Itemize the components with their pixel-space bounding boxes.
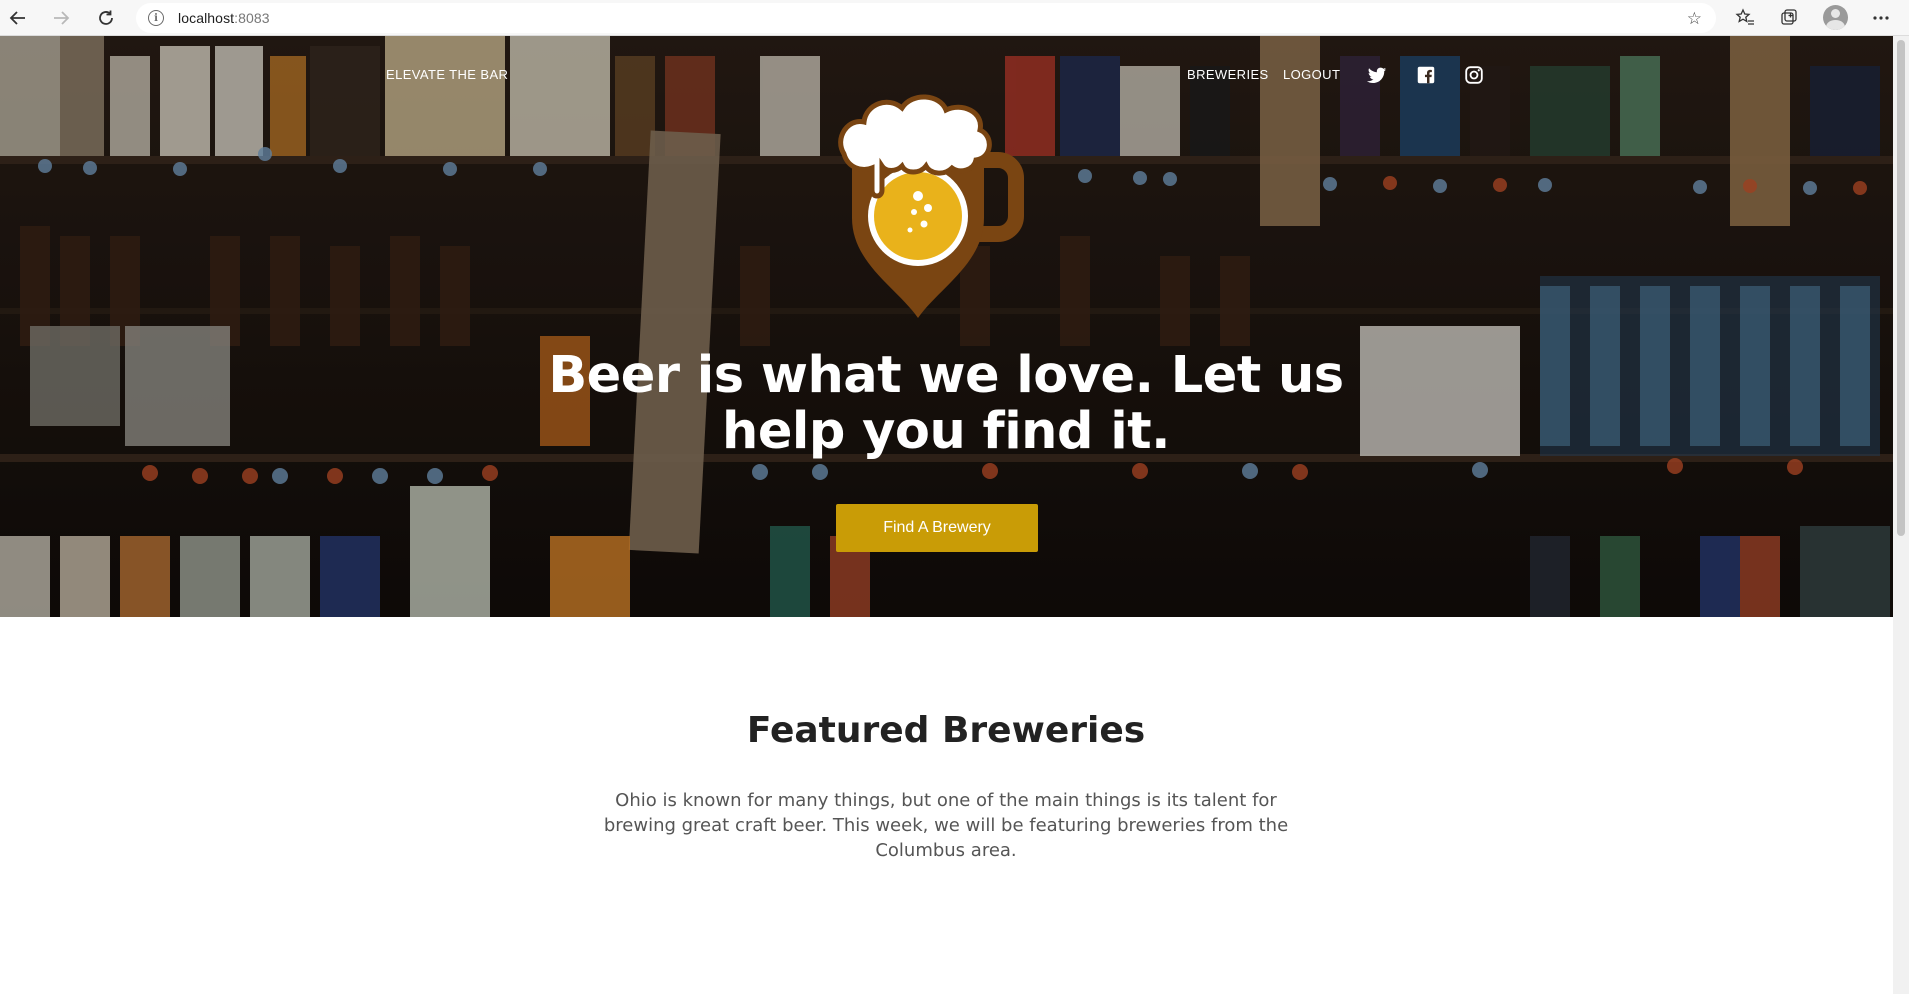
hero-section: ELEVATE THE BAR BREWERIES LOGOUT Beer is… [0, 36, 1893, 617]
reload-button[interactable] [92, 5, 120, 31]
add-favorite-icon[interactable]: ☆ [1687, 9, 1702, 29]
beer-mug-logo [838, 94, 1024, 318]
collections-icon[interactable] [1774, 5, 1804, 31]
instagram-icon[interactable] [1463, 64, 1485, 86]
hero-title: Beer is what we love. Let us help you fi… [548, 346, 1344, 461]
featured-breweries-description: Ohio is known for many things, but one o… [603, 790, 1289, 861]
nav-link-logout[interactable]: LOGOUT [1283, 67, 1340, 82]
profile-avatar[interactable] [1823, 5, 1848, 30]
scrollbar-thumb[interactable] [1897, 40, 1905, 536]
twitter-icon[interactable] [1366, 64, 1388, 86]
url-host: localhost [178, 10, 235, 26]
reload-icon [99, 10, 113, 25]
browser-toolbar: i localhost:8083 ☆ [0, 0, 1909, 36]
arrow-right-icon [54, 11, 70, 25]
find-brewery-button[interactable]: Find A Brewery [836, 504, 1038, 552]
url-port: :8083 [234, 10, 270, 26]
facebook-icon[interactable] [1415, 64, 1437, 86]
forward-button[interactable] [47, 5, 75, 31]
top-nav: ELEVATE THE BAR BREWERIES LOGOUT [0, 64, 1893, 87]
nav-link-breweries[interactable]: BREWERIES [1187, 67, 1269, 82]
address-bar[interactable]: i localhost:8083 ☆ [136, 3, 1716, 33]
page-scrollbar[interactable] [1893, 36, 1909, 994]
site-info-icon[interactable]: i [148, 10, 164, 26]
arrow-left-icon [9, 11, 25, 25]
featured-breweries-title: Featured Breweries [746, 710, 1146, 751]
more-menu-icon[interactable] [1866, 5, 1896, 31]
favorites-icon[interactable] [1730, 5, 1760, 31]
brand-link[interactable]: ELEVATE THE BAR [386, 67, 508, 82]
address-url: localhost:8083 [178, 10, 270, 26]
back-button[interactable] [4, 5, 32, 31]
